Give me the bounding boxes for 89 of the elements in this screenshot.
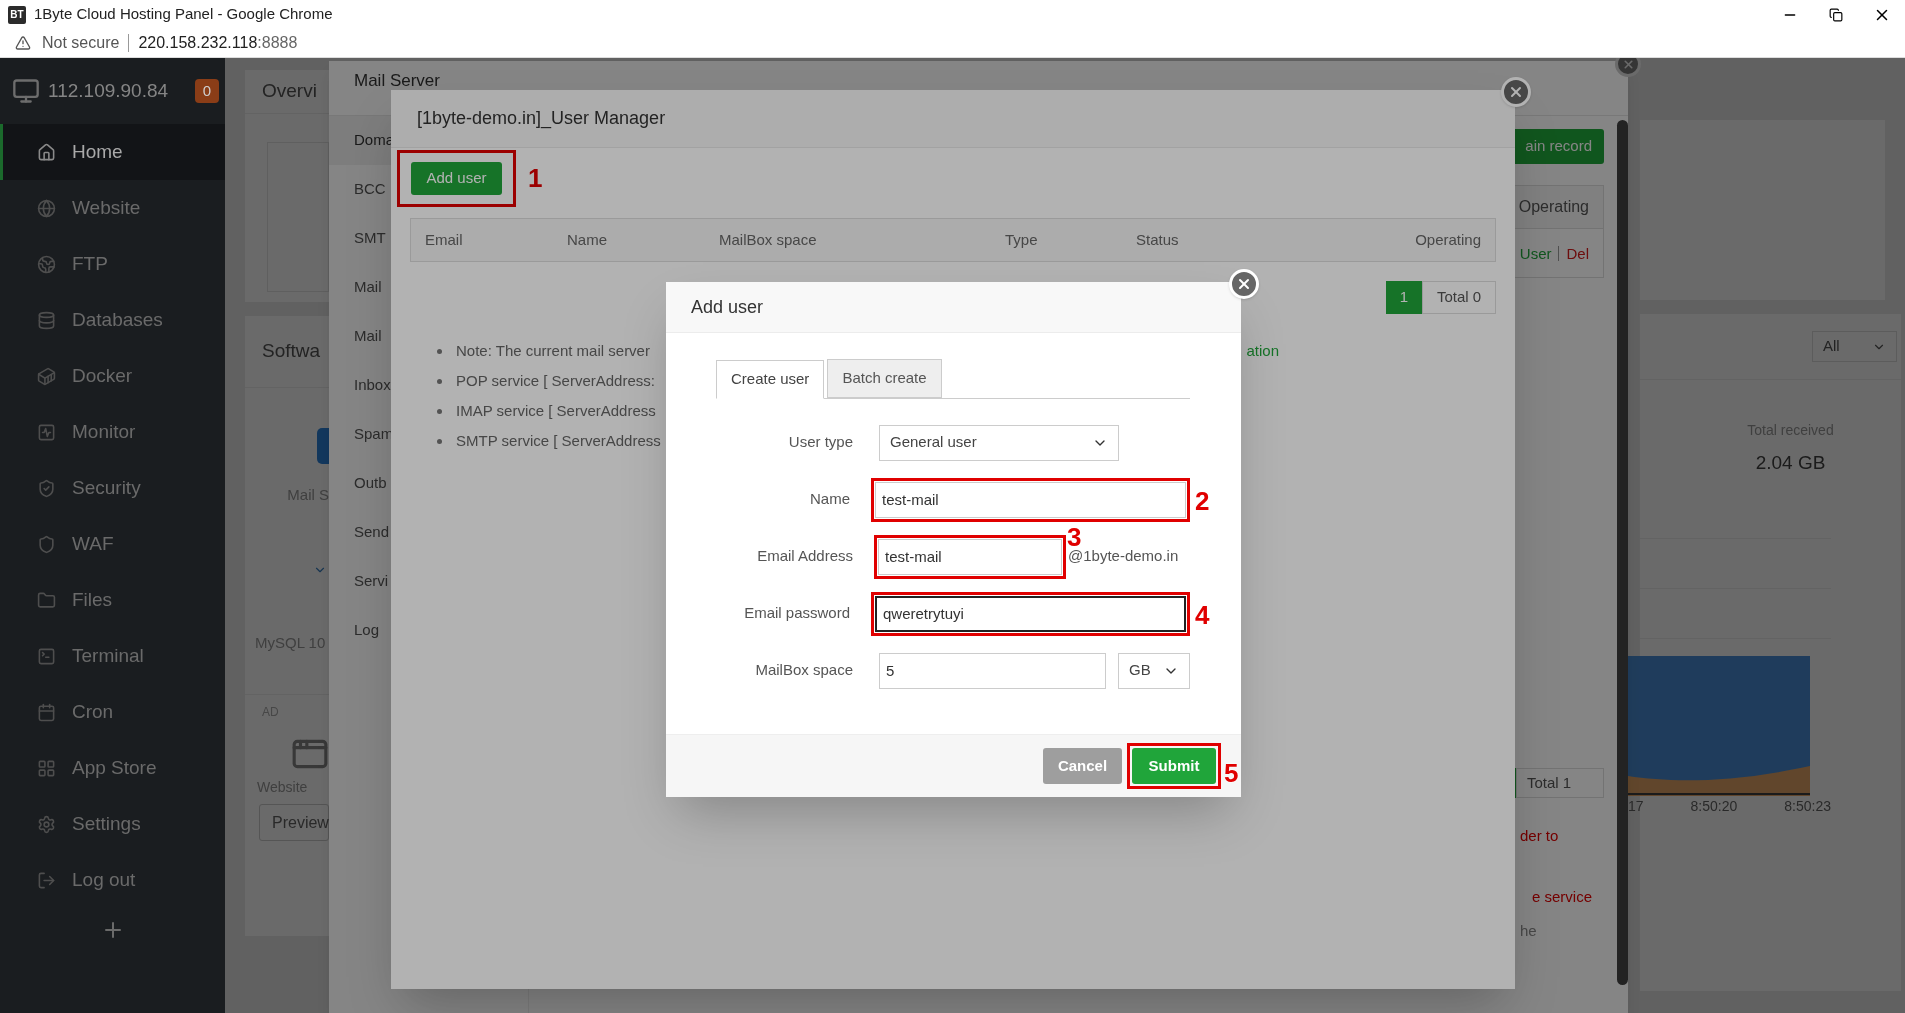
container-icon: [37, 366, 56, 386]
step-number: 1: [528, 165, 543, 191]
server-ip: 112.109.90.84: [48, 78, 169, 103]
filter-select[interactable]: All: [1812, 331, 1897, 362]
sidebar-item[interactable]: Security: [0, 460, 225, 516]
link-text[interactable]: ation: [1246, 339, 1279, 363]
tab[interactable]: Batch create: [827, 359, 942, 398]
logout-icon: [37, 870, 56, 890]
submit-button[interactable]: Submit: [1132, 748, 1216, 784]
sidebar-item[interactable]: FTP: [0, 236, 225, 292]
column-header: Email: [425, 229, 464, 250]
sidebar-item[interactable]: Monitor: [0, 404, 225, 460]
dialog-title: Add user: [666, 282, 1241, 333]
note-text: IMAP service [ ServerAddress: [456, 400, 656, 421]
activity-icon: [37, 422, 56, 442]
sidebar-item[interactable]: Settings: [0, 796, 225, 852]
dialog-title: [1byte-demo.in]_User Manager: [391, 90, 1515, 148]
field-label: MailBox space: [754, 660, 853, 681]
field-label: Email password: [743, 603, 850, 624]
warning-icon[interactable]: [15, 35, 31, 51]
row-action-link[interactable]: Del: [1558, 245, 1589, 261]
column-header: MailBox space: [719, 229, 818, 250]
input-field[interactable]: qweretrytuyi: [875, 595, 1186, 632]
app-icon: BT: [8, 5, 26, 24]
shield-icon: [37, 534, 56, 554]
step-number: 4: [1195, 601, 1210, 628]
sidebar-item[interactable]: Log out: [0, 852, 225, 908]
monitor-icon: [12, 77, 40, 105]
terminal-icon: [37, 646, 56, 666]
note-text: der to: [1520, 826, 1559, 846]
column-header: Type: [1005, 229, 1039, 250]
sidebar-item[interactable]: Home: [0, 124, 225, 180]
note-text: e service: [1532, 886, 1593, 907]
user-type-select[interactable]: General user: [879, 424, 1119, 461]
globe-network-icon: [37, 254, 56, 274]
step-number: 5: [1224, 760, 1239, 786]
sidebar-item[interactable]: Cron: [0, 684, 225, 740]
stat-value: 2.04 GB: [1755, 451, 1826, 475]
url-text[interactable]: 220.158.232.118:8888: [138, 31, 298, 55]
note-text: SMTP service [ ServerAddress: [456, 430, 661, 451]
add-user-button[interactable]: Add user: [411, 162, 502, 195]
note-text: he: [1520, 921, 1537, 941]
field-label: Email Address: [756, 546, 853, 567]
bullet-icon: [437, 378, 442, 384]
input-field[interactable]: 5: [879, 652, 1106, 689]
app-icon: [317, 428, 329, 464]
axis-label: 17: [1628, 796, 1644, 816]
folder-icon: [37, 590, 56, 610]
grid-icon: [37, 758, 56, 778]
globe-icon: [37, 198, 56, 218]
bullet-icon: [437, 408, 442, 414]
database-icon: [37, 310, 56, 330]
step-number: 2: [1195, 487, 1210, 514]
bullet-icon: [437, 348, 442, 354]
column-header: Status: [1136, 229, 1180, 250]
security-label[interactable]: Not secure: [42, 31, 120, 55]
column-header: Name: [567, 229, 608, 250]
sidebar-item[interactable]: Docker: [0, 348, 225, 404]
shield-check-icon: [37, 478, 56, 498]
tab[interactable]: Create user: [716, 360, 825, 399]
sidebar-item[interactable]: Website: [0, 180, 225, 236]
sidebar-item[interactable]: Terminal: [0, 628, 225, 684]
page-button[interactable]: 1: [1386, 281, 1422, 314]
field-label: Name: [809, 489, 850, 510]
sidebar-item[interactable]: App Store: [0, 740, 225, 796]
sidebar-item[interactable]: Databases: [0, 292, 225, 348]
axis-label: 8:50:20: [1690, 796, 1738, 816]
page-total: Total 1: [1516, 768, 1604, 798]
sidebar-item[interactable]: WAF: [0, 516, 225, 572]
window-title: 1Byte Cloud Hosting Panel - Google Chrome: [34, 4, 333, 25]
panel-title: Mail Server: [354, 71, 440, 90]
bullet-icon: [437, 438, 442, 444]
alert-badge: 0: [195, 79, 219, 103]
input-field[interactable]: test-mail: [878, 538, 1062, 575]
settings-icon: [37, 814, 56, 834]
note-text: Note: The current mail server: [456, 340, 650, 361]
note-text: POP service [ ServerAddress:: [456, 370, 655, 391]
field-label: User type: [787, 432, 853, 453]
axis-label: 8:50:23: [1784, 796, 1831, 816]
sidebar-item[interactable]: Files: [0, 572, 225, 628]
input-field[interactable]: test-mail: [875, 481, 1186, 518]
cancel-button[interactable]: Cancel: [1043, 748, 1122, 784]
page-total: Total 0: [1422, 281, 1496, 314]
column-header: Operating: [1415, 229, 1481, 250]
unit-select[interactable]: GB: [1118, 652, 1190, 689]
close-icon[interactable]: [1615, 58, 1641, 77]
home-icon: [37, 142, 56, 162]
calendar-icon: [37, 702, 56, 722]
row-action-link[interactable]: User: [1519, 245, 1552, 261]
